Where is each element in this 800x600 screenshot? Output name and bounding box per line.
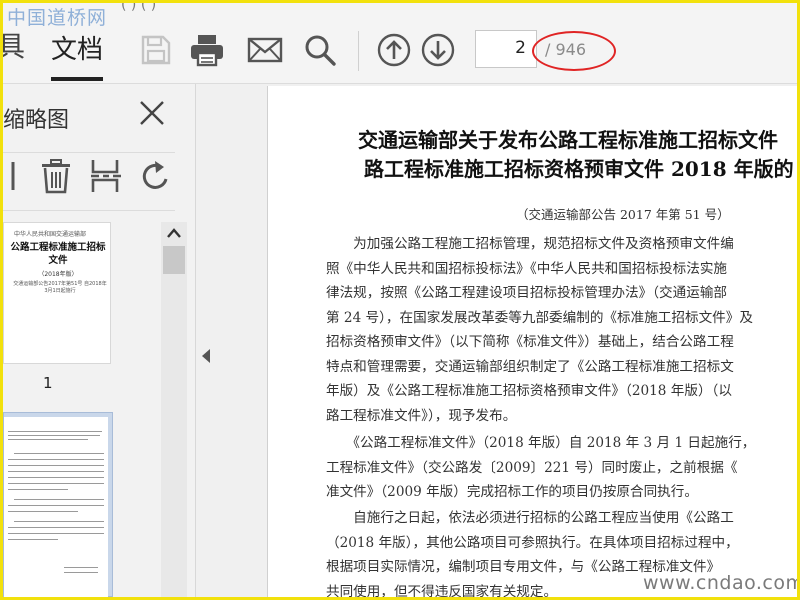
thumb1-year: （2018年版） [38,271,78,278]
search-icon[interactable] [303,33,337,67]
prev-page-icon[interactable] [377,33,411,67]
page-thumbnail-1[interactable]: 中华人民共和国交通运输部 公路工程标准施工招标文件 （2018年版） 交通运输部… [3,222,111,364]
document-title-line-2: 路工程标准施工招标资格预审文件 2018 年版的 [364,157,794,181]
text-line: 照《中华人民共和国招标投标法》《中华人民共和国招标投标法实施 [326,260,728,277]
tab-partial[interactable]: 具 [3,25,25,65]
thumb2-text-line [14,499,104,500]
text-line: 准文件》（2009 年版）完成招标工作的项目仍按原合同执行。 [326,484,698,500]
top-partial-text: ( ) ( ) [121,0,157,13]
thumb2-page [4,417,108,597]
collapse-panel-icon[interactable] [200,348,212,364]
thumb2-text-line [8,459,104,460]
text-line: 路工程标准文件》），现予发布。 [326,407,517,424]
paragraph-1: 为加强公路工程施工招标管理，规范招标文件及资格预审文件编 照《中华人民共和国招标… [326,232,797,428]
thumb2-text-line [8,511,78,512]
panel-divider [3,152,175,153]
text-line: 招标资格预审文件》（以下简称《标准文件》）基础上，结合公路工程 [326,334,734,350]
next-page-icon[interactable] [421,33,455,67]
text-line: 工程标准文件》（交公路发〔2009〕221 号）同时废止，之前根据《 [326,459,738,476]
email-icon[interactable] [247,33,283,67]
page-thumbnail-2-selected[interactable] [3,412,113,597]
thumb2-text-line [64,572,98,573]
rotate-icon[interactable] [139,158,173,194]
thumb1-footer: 交通运输部公告2017年第51号 自2018年3月1日起施行 [13,281,107,294]
highlight-annotation [532,31,616,71]
close-icon[interactable] [137,98,167,128]
toolbar-separator [358,31,359,71]
app-window: 具 文档 [0,0,800,600]
paragraph-2: 《公路工程标准文件》（2018 年版）自 2018 年 3 月 1 日起施行， … [326,431,797,505]
text-line: 年版）及《公路工程标准施工招标资格预审文件》（2018 年版）（以 [326,383,732,399]
text-line: 为加强公路工程施工招标管理，规范招标文件及资格预审文件编 [326,236,734,252]
panel-divider-2 [3,210,175,211]
thumb2-text-line [8,471,104,472]
watermark-top: 中国道桥网 [7,7,108,29]
partial-tool-icon[interactable] [3,158,17,194]
extract-icon[interactable] [89,158,123,194]
text-line: 《公路工程标准文件》（2018 年版）自 2018 年 3 月 1 日起施行， [326,435,756,451]
document-title-line-1: 交通运输部关于发布公路工程标准施工招标文件 [358,128,778,152]
thumb2-text-line [8,533,104,534]
thumb2-text-line [8,435,100,436]
thumb2-text-line [8,505,104,506]
thumb1-title: 公路工程标准施工招标文件 [10,242,106,266]
thumb1-org: 中华人民共和国交通运输部 [14,231,87,238]
active-tab-indicator [51,77,103,81]
print-icon[interactable] [189,33,223,67]
thumb2-text-line [64,567,98,568]
text-line: （2018 年版），其他公路项目可参照执行。在具体项目招标过程中， [326,534,739,551]
toolbar: 具 文档 [3,3,797,84]
text-line: 自施行之日起，依法必须进行招标的公路工程应当使用《公路工 [326,510,734,526]
document-title: 交通运输部关于发布公路工程标准施工招标文件 路工程标准施工招标资格预审文件 20… [358,126,797,184]
thumb2-text-line [14,453,104,454]
text-line: 律法规，按照《公路工程建设项目招标投标管理办法》（交通运输部 [326,285,728,301]
scroll-up-icon[interactable] [165,226,183,240]
thumb2-text-line [8,527,104,528]
thumb2-text-line [8,489,68,490]
thumb2-text-line [8,539,58,540]
thumb2-text-line [8,439,88,440]
document-subtitle: （交通运输部公告 2017 年第 51 号） [516,207,730,222]
thumbnail-panel: 缩略图 中华人民共和国交通运输部 公路工程标准施工招标文件 （2018年版） 交… [3,84,196,597]
thumb2-text-line [8,483,104,484]
text-line: 特点和管理需要，交通运输部组织制定了《公路工程标准施工招标文 [326,358,734,375]
text-line: 第 24 号），在国家发展改革委等九部委编制的《标准施工招标文件》及 [326,309,753,326]
thumb2-text-line [8,465,104,466]
thumbnail-panel-title: 缩略图 [3,108,70,133]
thumb2-text-line [8,477,104,478]
scrollbar-thumb[interactable] [163,246,185,274]
delete-icon[interactable] [39,158,73,194]
page-number-input[interactable]: 2 [475,30,537,68]
tab-document[interactable]: 文档 [51,29,103,66]
document-page: 交通运输部关于发布公路工程标准施工招标文件 路工程标准施工招标资格预审文件 20… [267,86,797,597]
thumbnail-scrollbar[interactable] [161,222,187,597]
thumb2-text-line [8,431,102,432]
thumb2-text-line [14,521,104,522]
save-icon[interactable] [139,33,173,67]
thumbnail-number: 1 [43,374,53,392]
watermark-bottom: www.cndao.com [643,572,800,594]
